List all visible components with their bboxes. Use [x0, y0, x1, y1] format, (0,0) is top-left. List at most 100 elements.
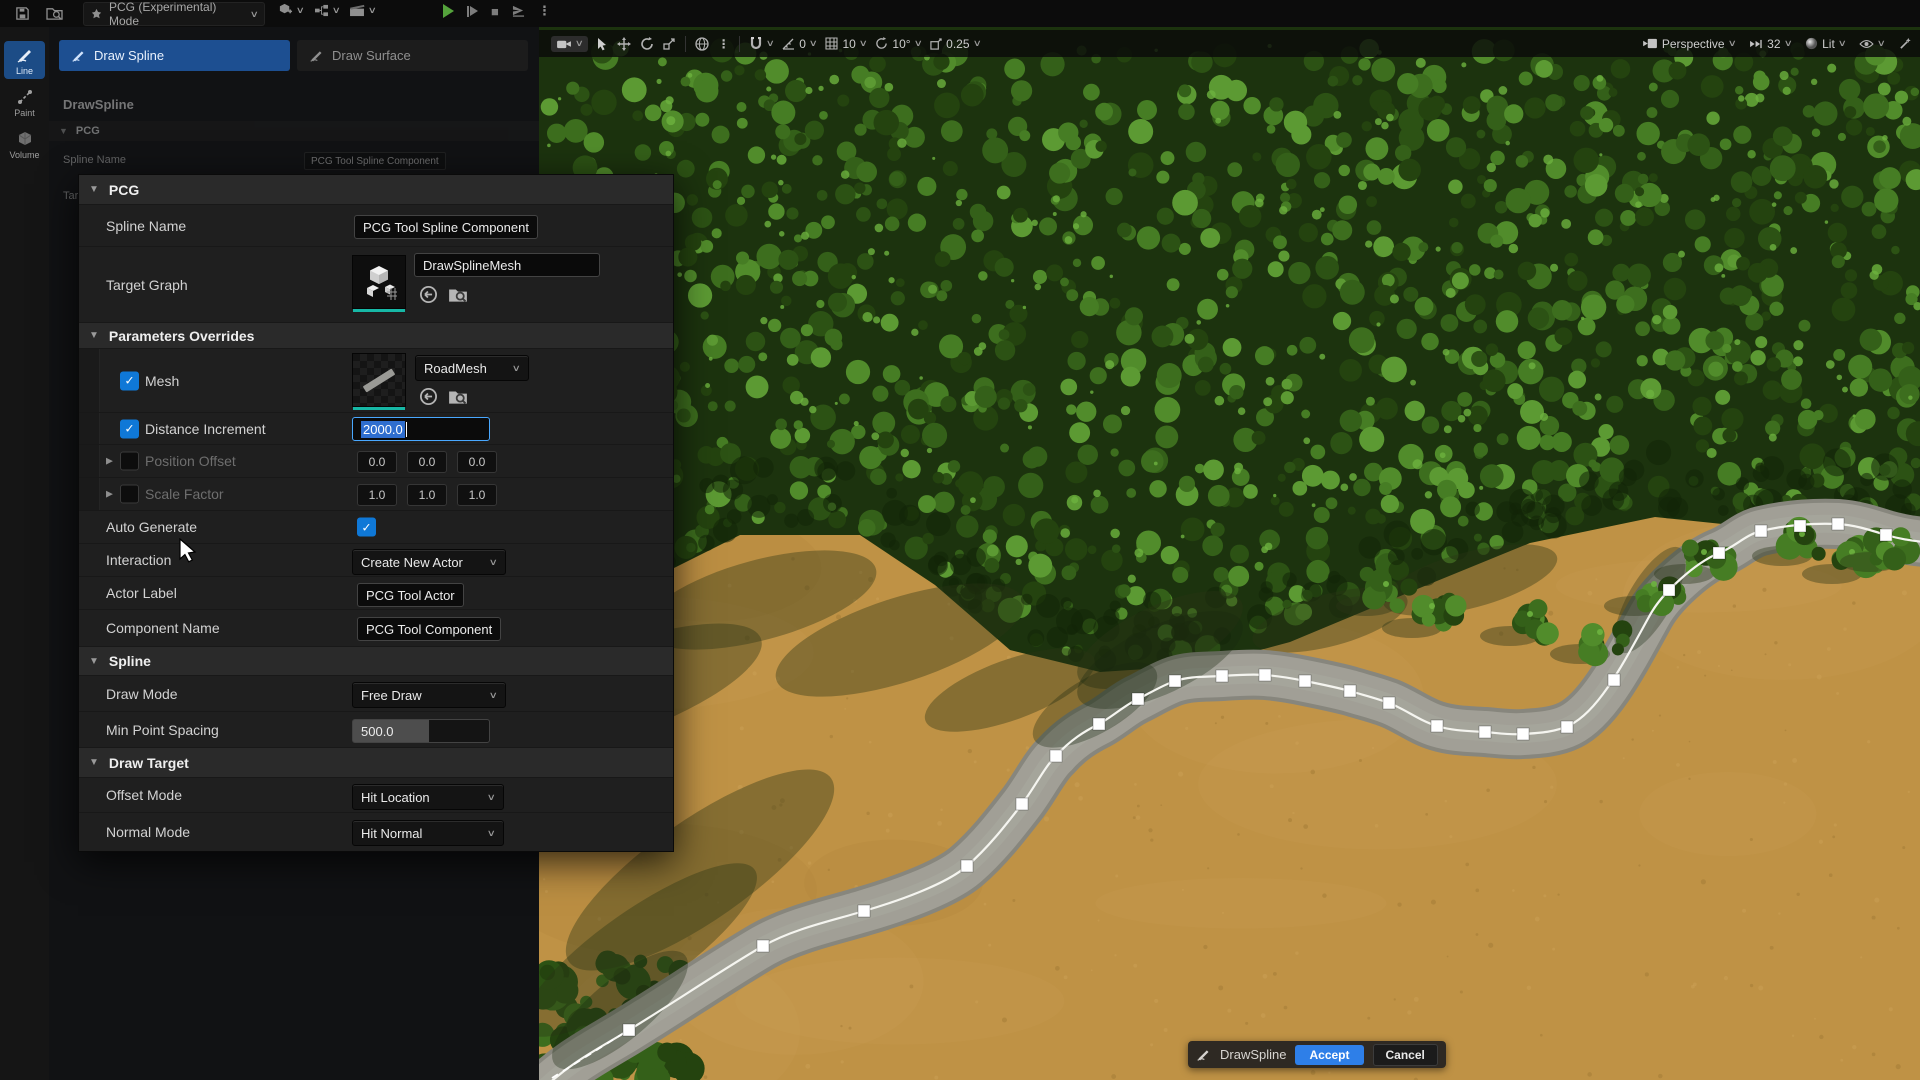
rotation-snap[interactable]: 10° ∨: [875, 37, 921, 51]
content-browser-icon[interactable]: [44, 4, 64, 22]
chevron-down-icon: ∨: [1837, 39, 1846, 48]
scale-tool[interactable]: [663, 37, 676, 50]
viewport-scene: [539, 27, 1920, 1080]
lit-sphere-icon: [1805, 37, 1818, 50]
eye-icon: [1859, 39, 1874, 49]
spline-name-input[interactable]: PCG Tool Spline Component: [354, 215, 538, 239]
grid-snap-value: 10: [842, 37, 855, 51]
scale-factor-vector[interactable]: 1.0 1.0 1.0: [357, 484, 497, 506]
tool-name-label: DrawSpline: [1220, 1047, 1286, 1062]
vector-y[interactable]: 0.0: [407, 451, 447, 473]
transform-options-menu[interactable]: ⋮: [718, 37, 730, 51]
editor-mode-selector[interactable]: PCG (Experimental) Mode ∨: [83, 2, 265, 26]
show-flags-menu[interactable]: ∨: [1859, 39, 1885, 49]
mode-button-line[interactable]: Line: [4, 41, 45, 79]
tool-mode-strip: Line Paint Volume: [0, 27, 50, 1080]
select-tool[interactable]: [597, 37, 608, 51]
expander-icon[interactable]: ▶: [106, 456, 113, 467]
mesh-thumbnail[interactable]: [352, 353, 406, 407]
distance-increment-input[interactable]: 2000.0: [352, 417, 490, 441]
mesh-override-checkbox[interactable]: ✓: [120, 371, 139, 390]
use-selected-icon[interactable]: [419, 387, 438, 406]
section-header-draw-target[interactable]: ▼ Draw Target: [79, 748, 673, 778]
frame-skip-button[interactable]: [467, 6, 478, 17]
world-local-transform-toggle[interactable]: [695, 37, 709, 51]
browse-asset-icon[interactable]: [448, 286, 468, 304]
tab-draw-spline[interactable]: Draw Spline: [59, 40, 290, 71]
blueprints-button[interactable]: ∨: [314, 4, 340, 17]
row-spline-name: Spline Name PCG Tool Spline Component: [79, 205, 673, 247]
property-label: Spline Name: [106, 218, 186, 234]
accept-button[interactable]: Accept: [1295, 1045, 1363, 1065]
level-viewport[interactable]: ∨ ⋮: [539, 27, 1920, 1080]
normal-mode-value: Hit Normal: [361, 826, 422, 841]
actor-label-input[interactable]: PCG Tool Actor: [357, 583, 464, 607]
min-point-spacing-input[interactable]: 500.0: [352, 719, 490, 743]
section-header-pcg[interactable]: ▼ PCG: [79, 175, 673, 205]
vector-z[interactable]: 1.0: [457, 484, 497, 506]
row-mesh: ✓ Mesh RoadMesh ∨: [79, 349, 673, 413]
rotate-tool[interactable]: [640, 37, 654, 51]
mode-button-volume[interactable]: Volume: [4, 125, 45, 163]
cancel-button[interactable]: Cancel: [1373, 1044, 1438, 1066]
position-offset-vector[interactable]: 0.0 0.0 0.0: [357, 451, 497, 473]
section-header-spline[interactable]: ▼ Spline: [79, 647, 673, 676]
vector-y[interactable]: 1.0: [407, 484, 447, 506]
section-header-pcg[interactable]: ▼ PCG: [49, 121, 540, 141]
vector-x[interactable]: 1.0: [357, 484, 397, 506]
browse-asset-icon[interactable]: [448, 388, 468, 406]
expander-icon[interactable]: ▶: [106, 489, 113, 500]
line-tool-icon: [16, 46, 34, 64]
scale-factor-checkbox[interactable]: [120, 485, 139, 504]
move-tool[interactable]: [617, 37, 631, 51]
scale-snap[interactable]: 0.25 ∨: [930, 37, 980, 51]
component-name-input[interactable]: PCG Tool Component: [357, 617, 501, 641]
section-header-parameters[interactable]: ▼ Parameters Overrides: [79, 323, 673, 349]
section-title: Spline: [109, 653, 151, 669]
chevron-down-icon: ∨: [1783, 39, 1792, 48]
mode-label: Paint: [14, 108, 35, 118]
viewport-options-menu[interactable]: ∨: [551, 36, 588, 52]
interaction-dropdown[interactable]: Create New Actor ∨: [352, 549, 506, 575]
tab-draw-surface[interactable]: Draw Surface: [297, 40, 528, 71]
auto-generate-checkbox[interactable]: ✓: [357, 518, 376, 537]
row-min-point-spacing: Min Point Spacing 500.0: [79, 712, 673, 748]
chevron-down-icon: ∨: [765, 39, 774, 48]
spline-name-field[interactable]: PCG Tool Spline Component: [304, 152, 446, 170]
normal-mode-dropdown[interactable]: Hit Normal ∨: [352, 820, 504, 846]
save-icon[interactable]: [12, 4, 32, 22]
grid-snap[interactable]: 10 ∨: [825, 37, 866, 51]
surface-snapping-toggle[interactable]: ∨: [749, 37, 774, 50]
tool-title: DrawSpline: [63, 97, 134, 112]
quick-add-button[interactable]: ∨: [278, 3, 304, 17]
property-label: Distance Increment: [145, 421, 266, 437]
stop-button[interactable]: ■: [491, 5, 499, 18]
vector-x[interactable]: 0.0: [357, 451, 397, 473]
viewport-settings-wand[interactable]: [1899, 37, 1912, 50]
offset-mode-dropdown[interactable]: Hit Location ∨: [352, 784, 504, 810]
surface-offset-snap[interactable]: 0 ∨: [782, 37, 816, 51]
camera-speed-icon: [1749, 39, 1763, 49]
play-button[interactable]: [443, 4, 454, 18]
tab-label: Draw Spline: [94, 48, 164, 63]
draw-surface-icon: [309, 48, 324, 63]
target-graph-input[interactable]: DrawSplineMesh: [414, 253, 600, 277]
view-mode-selector[interactable]: Lit ∨: [1805, 37, 1845, 51]
perspective-selector[interactable]: Perspective ∨: [1643, 37, 1735, 51]
pcg-mode-icon: [90, 8, 103, 21]
launch-button[interactable]: [512, 5, 525, 17]
editor-mode-label: PCG (Experimental) Mode: [109, 0, 245, 28]
property-label: Target Graph: [106, 277, 188, 293]
draw-mode-dropdown[interactable]: Free Draw ∨: [352, 682, 506, 708]
row-position-offset: ▶ Position Offset 0.0 0.0 0.0: [79, 445, 673, 478]
target-graph-thumbnail[interactable]: [352, 255, 406, 309]
use-selected-icon[interactable]: [419, 285, 438, 304]
mode-button-paint[interactable]: Paint: [4, 83, 45, 121]
position-offset-checkbox[interactable]: [120, 452, 139, 471]
cinematics-button[interactable]: ∨: [349, 4, 376, 17]
camera-speed-control[interactable]: 32 ∨: [1749, 37, 1791, 51]
play-options-menu[interactable]: ⋮: [538, 3, 551, 19]
distance-override-checkbox[interactable]: ✓: [120, 419, 139, 438]
vector-z[interactable]: 0.0: [457, 451, 497, 473]
mesh-dropdown[interactable]: RoadMesh ∨: [415, 355, 529, 381]
